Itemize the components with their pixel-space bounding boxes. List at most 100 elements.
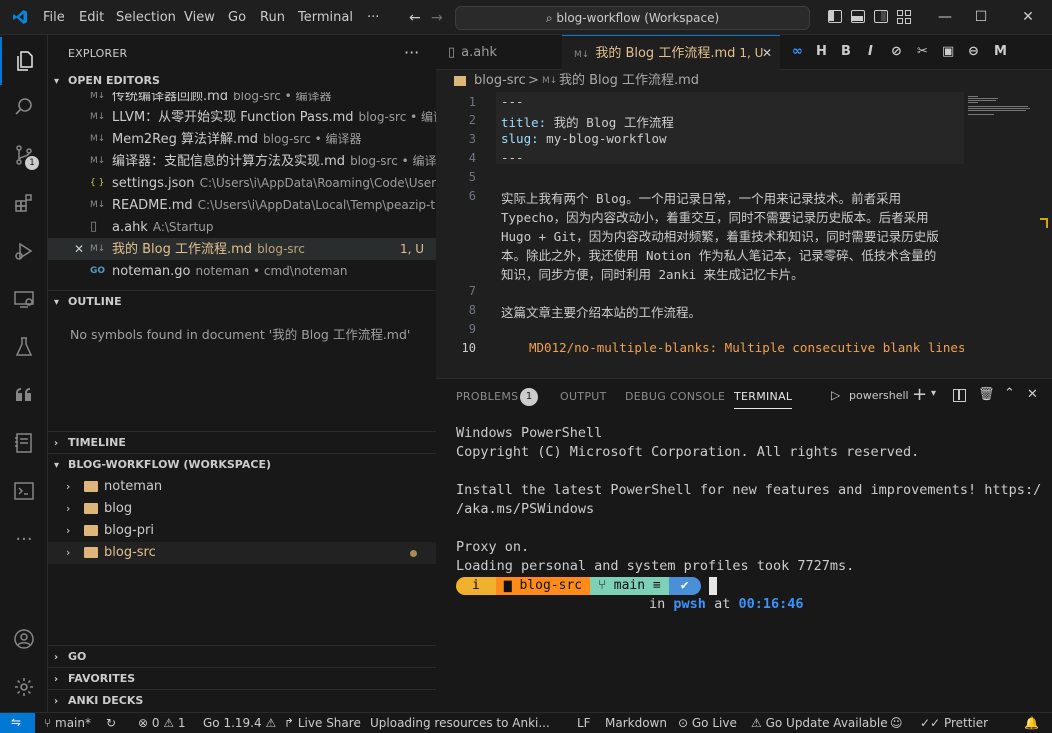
menu-view[interactable]: View xyxy=(184,10,215,25)
close-tab-icon[interactable]: ✕ xyxy=(762,36,772,71)
markdown-preview-icon[interactable]: M xyxy=(994,44,1007,59)
manage-gear-icon[interactable] xyxy=(0,663,48,711)
favorites-header[interactable]: › FAVORITES xyxy=(48,667,436,689)
menu-run[interactable]: Run xyxy=(260,10,285,25)
explorer-icon[interactable] xyxy=(0,37,48,85)
testing-icon[interactable] xyxy=(0,323,48,371)
go-header[interactable]: › GO xyxy=(48,645,436,667)
timeline-header[interactable]: › TIMELINE xyxy=(48,431,436,453)
go-version[interactable]: Go 1.19.4 ⚠ xyxy=(203,716,276,730)
open-editor-item[interactable]: M↓ LLVM：从零开始实现 Function Pass.md blog-src … xyxy=(48,106,436,128)
open-editor-item[interactable]: GO noteman.go noteman • cmd\noteman xyxy=(48,260,436,282)
run-debug-icon[interactable] xyxy=(0,227,48,275)
go-update-status[interactable]: ⚠ Go Update Available xyxy=(751,716,888,730)
close-editor-icon[interactable]: ✕ xyxy=(74,238,84,260)
toggle-sidebar-icon[interactable] xyxy=(828,10,842,23)
heading-icon[interactable]: H xyxy=(816,44,827,59)
anki-decks-header[interactable]: › ANKI DECKS xyxy=(48,689,436,711)
open-editor-item[interactable]: M↓ README.md C:\Users\i\AppData\Local\Tem… xyxy=(48,194,436,216)
live-share-button[interactable]: ↱ Live Share xyxy=(284,716,361,730)
more-views-icon[interactable]: ··· xyxy=(0,515,48,563)
folder-noteman[interactable]: › noteman xyxy=(48,476,436,498)
language-mode[interactable]: Markdown xyxy=(605,716,667,730)
toggle-secondary-sidebar-icon[interactable] xyxy=(874,10,888,23)
italic-icon[interactable]: I xyxy=(868,44,873,59)
modified-dot-icon xyxy=(410,550,417,557)
minimize-button[interactable]: — xyxy=(935,9,955,25)
menu-more[interactable]: ··· xyxy=(367,10,379,25)
command-center-search[interactable]: ⌕ blog-workflow (Workspace) xyxy=(455,6,810,30)
new-terminal-icon[interactable]: + xyxy=(912,384,927,405)
prettier-status[interactable]: ✓✓ Prettier xyxy=(920,716,988,730)
workspace-header[interactable]: ▾ BLOG-WORKFLOW (WORKSPACE) xyxy=(48,453,436,475)
copilot-icon[interactable]: ☺ xyxy=(890,716,903,730)
menu-go[interactable]: Go xyxy=(228,10,246,25)
notifications-bell-icon[interactable]: 🔔 xyxy=(1024,716,1039,730)
menu-terminal[interactable]: Terminal xyxy=(298,10,353,25)
sync-icon[interactable]: ↻ xyxy=(106,716,116,730)
extensions-icon[interactable] xyxy=(0,179,48,227)
menu-file[interactable]: File xyxy=(43,10,65,25)
menu-selection[interactable]: Selection xyxy=(116,10,176,25)
quote-icon[interactable] xyxy=(0,371,48,419)
back-arrow-icon[interactable]: ← xyxy=(409,10,421,26)
open-editor-item[interactable]: M↓ 编译器：支配信息的计算方法及实现.mdblog-src • 编译... xyxy=(48,150,436,172)
close-window-button[interactable]: ✕ xyxy=(1018,9,1038,25)
split-terminal-icon[interactable] xyxy=(953,389,966,402)
outline-header[interactable]: ▾ OUTLINE xyxy=(48,290,436,312)
open-editor-item-active[interactable]: ✕ M↓ 我的 Blog 工作流程.md blog-src 1, U xyxy=(48,238,436,260)
tab-terminal[interactable]: TERMINAL xyxy=(734,390,793,409)
terminal-icon[interactable] xyxy=(0,467,48,515)
search-icon[interactable] xyxy=(0,83,48,131)
customize-layout-icon[interactable] xyxy=(897,10,911,24)
code-line: 这篇文章主要介绍本站的工作流程。 xyxy=(501,305,702,320)
emoji-icon[interactable]: ⊖ xyxy=(968,44,979,59)
tab-debug-console[interactable]: DEBUG CONSOLE xyxy=(625,390,725,403)
bold-icon[interactable]: B xyxy=(841,44,851,59)
editor-tabs: ▯ a.ahk M↓ 我的 Blog 工作流程.md 1, U ✕ ∞ H B I ⊘… xyxy=(436,35,1052,70)
code-editor[interactable]: 1 --- 2 title: 我的 Blog 工作流程 3 slug: my-b… xyxy=(436,92,1052,378)
link-icon[interactable]: ∞ xyxy=(792,44,803,59)
accounts-icon[interactable] xyxy=(0,615,48,663)
open-editor-item[interactable]: M↓ Mem2Reg 算法详解.md blog-src • 编译器 xyxy=(48,128,436,150)
cut-icon[interactable]: ✂ xyxy=(917,44,928,59)
terminal-prompt: i ▆ blog-src ⑂ main ≡ ✔ xyxy=(456,577,717,595)
explorer-more-icon[interactable]: ··· xyxy=(404,43,419,62)
terminal-shell-name[interactable]: powershell xyxy=(849,389,909,402)
toggle-panel-icon[interactable] xyxy=(851,10,865,23)
strikethrough-icon[interactable]: ⊘ xyxy=(891,44,902,59)
remote-indicator[interactable]: ⇋ xyxy=(0,713,35,733)
tab-problems[interactable]: PROBLEMS xyxy=(456,390,518,403)
menu-edit[interactable]: Edit xyxy=(79,10,104,25)
folder-blog[interactable]: › blog xyxy=(48,498,436,520)
problems-status[interactable]: ⊗ 0 ⚠ 1 xyxy=(138,716,186,730)
tab-output[interactable]: OUTPUT xyxy=(560,390,607,403)
open-editors-header[interactable]: ▾ OPEN EDITORS xyxy=(48,70,436,92)
chevron-down-icon[interactable]: ▾ xyxy=(931,388,936,399)
open-editor-item[interactable]: M↓ 传统编译器回顾.md blog-src • 编译器 xyxy=(48,92,436,107)
live-share-icon: ↱ xyxy=(284,716,298,730)
image-icon[interactable]: ▣ xyxy=(942,44,954,59)
source-control-icon[interactable]: 1 xyxy=(0,131,48,179)
prompt-branch: ⑂ main ≡ xyxy=(590,577,669,595)
go-live-button[interactable]: ⊙ Go Live xyxy=(678,716,737,730)
folder-blog-src[interactable]: › blog-src xyxy=(48,542,436,564)
maximize-button[interactable]: ☐ xyxy=(971,9,991,25)
trash-icon[interactable]: 🗑 xyxy=(978,387,995,402)
eol-status[interactable]: LF xyxy=(577,716,591,730)
open-editor-item[interactable]: ▯ a.ahk A:\Startup xyxy=(48,216,436,238)
breadcrumb-folder[interactable]: blog-src xyxy=(474,70,526,92)
remote-explorer-icon[interactable] xyxy=(0,275,48,323)
tab-blog-workflow[interactable]: M↓ 我的 Blog 工作流程.md 1, U ✕ xyxy=(562,35,780,70)
maximize-panel-icon[interactable]: ⌃ xyxy=(1004,386,1015,401)
close-panel-icon[interactable]: ✕ xyxy=(1027,387,1038,402)
minimap[interactable] xyxy=(966,92,1046,152)
chevron-right-icon: › xyxy=(66,524,71,537)
forward-arrow-icon[interactable]: → xyxy=(431,10,443,26)
open-editor-item[interactable]: { } settings.json C:\Users\i\AppData\Roam… xyxy=(48,172,436,194)
breadcrumb-file[interactable]: 我的 Blog 工作流程.md xyxy=(559,70,699,92)
folder-blog-pri[interactable]: › blog-pri xyxy=(48,520,436,542)
git-branch-status[interactable]: ⑂ main* xyxy=(44,716,91,730)
notebook-icon[interactable] xyxy=(0,419,48,467)
tab-a-ahk[interactable]: ▯ a.ahk xyxy=(436,35,560,70)
